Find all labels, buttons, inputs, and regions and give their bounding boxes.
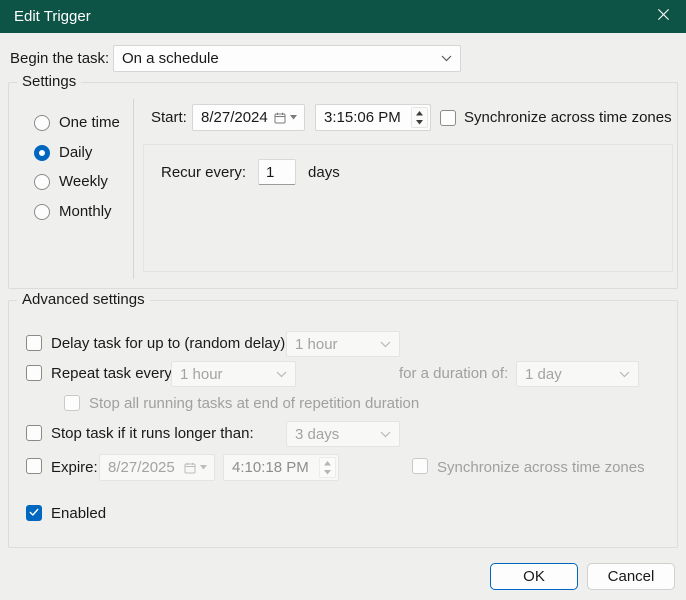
spinner-up-down-icon[interactable] xyxy=(319,457,336,478)
delay-select[interactable]: 1 hour xyxy=(286,331,400,357)
recur-input[interactable] xyxy=(258,159,297,185)
stop-task-value: 3 days xyxy=(295,425,340,443)
radio-weekly[interactable]: Weekly xyxy=(34,173,108,190)
spinner-up-down-icon[interactable] xyxy=(411,107,428,128)
expire-sync-checkbox[interactable] xyxy=(412,458,428,474)
daily-options-panel: Recur every: days xyxy=(143,144,673,272)
stop-task-checkbox[interactable] xyxy=(26,425,42,441)
start-time-spinner[interactable]: 3:15:06 PM xyxy=(315,104,431,131)
sync-timezones-checkbox-row[interactable]: Synchronize across time zones xyxy=(440,104,672,131)
repeat-label: Repeat task every: xyxy=(51,365,177,382)
title-bar: Edit Trigger xyxy=(0,0,686,33)
radio-monthly[interactable]: Monthly xyxy=(34,203,112,220)
settings-legend: Settings xyxy=(17,72,82,92)
expire-sync-label: Synchronize across time zones xyxy=(437,459,645,476)
radio-selected-icon xyxy=(34,144,50,161)
chevron-down-icon xyxy=(276,371,295,378)
enabled-label: Enabled xyxy=(51,505,107,522)
expire-checkbox[interactable] xyxy=(26,458,42,474)
enabled-checkbox[interactable] xyxy=(26,505,42,521)
begin-task-label: Begin the task: xyxy=(10,50,110,67)
chevron-down-icon xyxy=(619,371,638,378)
recur-row: Recur every: days xyxy=(161,159,340,185)
repeat-interval-select[interactable]: 1 hour xyxy=(171,361,296,387)
settings-group: Settings One time Daily Weekly Monthly S… xyxy=(8,72,678,289)
radio-icon xyxy=(34,203,50,220)
radio-one-time[interactable]: One time xyxy=(34,114,120,131)
edit-trigger-dialog: Edit Trigger Begin the task: On a schedu… xyxy=(0,0,686,600)
advanced-settings-group: Advanced settings Delay task for up to (… xyxy=(8,290,678,548)
repeat-interval-value: 1 hour xyxy=(180,365,223,383)
radio-daily-label: Daily xyxy=(59,144,93,161)
start-date-value: 8/27/2024 xyxy=(201,109,268,126)
stop-task-label: Stop task if it runs longer than: xyxy=(51,425,254,442)
expire-label: Expire: xyxy=(51,459,98,476)
ok-button[interactable]: OK xyxy=(490,563,578,590)
expire-time-spinner[interactable]: 4:10:18 PM xyxy=(223,454,339,481)
delay-label: Delay task for up to (random delay): xyxy=(51,335,290,352)
duration-value: 1 day xyxy=(525,365,562,383)
stop-all-tasks-checkbox[interactable] xyxy=(64,395,80,411)
chevron-down-icon xyxy=(380,431,399,438)
stop-all-tasks-label: Stop all running tasks at end of repetit… xyxy=(89,395,420,412)
radio-weekly-label: Weekly xyxy=(59,173,108,190)
expire-date-picker[interactable]: 8/27/2025 xyxy=(99,454,215,481)
recur-label: Recur every: xyxy=(161,163,247,181)
radio-monthly-label: Monthly xyxy=(59,203,112,220)
window-title: Edit Trigger xyxy=(14,8,91,25)
cancel-button[interactable]: Cancel xyxy=(587,563,675,590)
start-label: Start: xyxy=(151,109,187,126)
begin-task-value: On a schedule xyxy=(122,50,219,67)
calendar-icon xyxy=(184,462,214,474)
checkbox-icon xyxy=(440,109,456,126)
sync-timezones-label: Synchronize across time zones xyxy=(464,109,672,126)
chevron-down-icon xyxy=(441,55,460,62)
duration-select[interactable]: 1 day xyxy=(516,361,639,387)
repeat-checkbox[interactable] xyxy=(26,365,42,381)
vertical-divider xyxy=(133,99,134,279)
delay-value: 1 hour xyxy=(295,335,338,353)
check-icon xyxy=(28,505,40,522)
radio-icon xyxy=(34,173,50,190)
radio-one-time-label: One time xyxy=(59,114,120,131)
close-button[interactable] xyxy=(640,0,686,33)
radio-icon xyxy=(34,114,50,131)
chevron-down-icon xyxy=(380,341,399,348)
start-date-picker[interactable]: 8/27/2024 xyxy=(192,104,305,131)
stop-task-select[interactable]: 3 days xyxy=(286,421,400,447)
duration-label: for a duration of: xyxy=(399,365,509,382)
radio-daily[interactable]: Daily xyxy=(34,144,92,161)
recur-unit-label: days xyxy=(308,163,340,181)
advanced-settings-legend: Advanced settings xyxy=(17,290,150,310)
calendar-icon xyxy=(274,112,304,124)
start-time-value: 3:15:06 PM xyxy=(324,109,401,126)
delay-checkbox[interactable] xyxy=(26,335,42,351)
expire-date-value: 8/27/2025 xyxy=(108,459,175,476)
close-icon xyxy=(657,8,670,25)
begin-task-select[interactable]: On a schedule xyxy=(113,45,461,72)
expire-time-value: 4:10:18 PM xyxy=(232,459,309,476)
